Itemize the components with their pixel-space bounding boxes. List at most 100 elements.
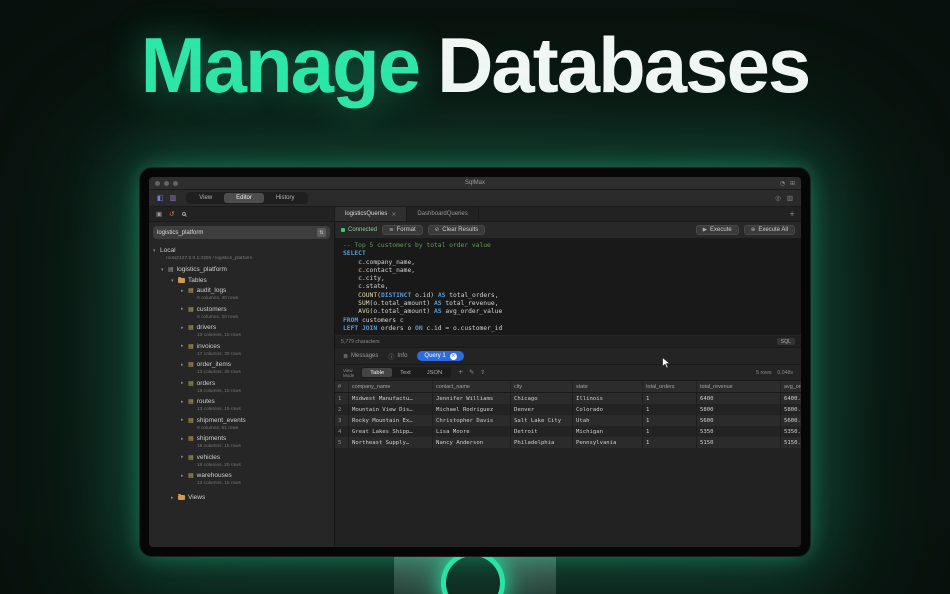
tab-info[interactable]: ⓘ Info: [388, 352, 407, 361]
column-header[interactable]: state: [573, 381, 643, 392]
table-meta: 8 columns, 20 rows: [197, 314, 239, 320]
undo-icon[interactable]: ↺: [169, 210, 174, 218]
sidebar-table-item[interactable]: ▸ ▦ audit_logs 9 columns, 40 rows: [181, 286, 330, 301]
sidebar-table-item[interactable]: ▸ ▦ drivers 13 columns, 15 rows: [181, 323, 330, 338]
nav-tab-view[interactable]: View: [187, 193, 224, 203]
doc-tab[interactable]: DashboardQueries: [407, 207, 479, 221]
database-selector[interactable]: logistics_platform ⇅: [153, 226, 330, 239]
close-window-icon[interactable]: [155, 180, 160, 186]
sidebar-table-item[interactable]: ▸ ▦ shipment_events 9 columns, 51 rows: [181, 416, 330, 431]
connection-name: Local: [160, 247, 176, 254]
chevron-right-icon[interactable]: ▸: [181, 436, 188, 442]
chevron-down-icon[interactable]: ▾: [161, 267, 168, 273]
tree-database[interactable]: ▾ ▤ logistics_platform: [153, 264, 330, 275]
traffic-lights[interactable]: [155, 180, 178, 186]
cell: 2: [335, 404, 349, 415]
add-tab-icon[interactable]: +: [783, 207, 801, 221]
chevron-right-icon[interactable]: ▸: [181, 362, 188, 368]
close-icon[interactable]: ×: [391, 211, 396, 218]
view-tab-table[interactable]: Table: [362, 368, 393, 377]
column-header[interactable]: city: [511, 381, 573, 392]
chevron-right-icon[interactable]: ▸: [181, 343, 188, 349]
tab-messages[interactable]: ≣ Messages: [343, 353, 378, 360]
cell: 5600: [697, 415, 781, 426]
tree-folder-views[interactable]: ▸ Views: [153, 492, 330, 503]
chevron-down-icon[interactable]: ▾: [153, 248, 160, 254]
chevron-right-icon[interactable]: ▸: [181, 454, 188, 460]
table-icon: ▦: [188, 342, 194, 350]
sidebar-table-item[interactable]: ▸ ▦ routes 13 columns, 15 rows: [181, 397, 330, 412]
cell: 1: [335, 393, 349, 404]
language-badge: SQL: [776, 338, 795, 345]
cell: 5800.0: [784, 406, 801, 413]
share-icon[interactable]: ⇧: [480, 369, 485, 376]
edit-icon[interactable]: ✎: [469, 369, 474, 376]
table-row[interactable]: 2 Mountain View Dis… Michael Rodriguez Denv…: [335, 404, 801, 415]
minimize-window-icon[interactable]: [164, 180, 169, 186]
sidebar-toggle-icon[interactable]: ◧: [157, 194, 164, 202]
execute-button[interactable]: ▶ Execute: [695, 225, 739, 235]
view-tab-text[interactable]: Text: [392, 368, 419, 377]
format-icon: ≡: [389, 227, 394, 233]
sidebar-table-item[interactable]: ▸ ▦ warehouses 13 columns, 15 rows: [181, 471, 330, 486]
table-row[interactable]: 1 Midwest Manufactu… Jennifer Williams Chic…: [335, 393, 801, 404]
sidebar-table-item[interactable]: ▸ ▦ order_items 13 columns, 30 rows: [181, 360, 330, 375]
nav-tab-editor[interactable]: Editor: [224, 193, 264, 203]
sidebar-table-item[interactable]: ▸ ▦ orders 18 columns, 15 rows: [181, 379, 330, 394]
stepper-icon[interactable]: ⇅: [317, 228, 326, 237]
table-meta: 13 columns, 30 rows: [197, 370, 241, 375]
sidebar-table-item[interactable]: ▸ ▦ shipments 16 columns, 15 rows: [181, 434, 330, 449]
column-header[interactable]: contact_name: [433, 381, 511, 392]
chevron-right-icon[interactable]: ▸: [181, 325, 188, 331]
zoom-window-icon[interactable]: [173, 180, 178, 186]
editor-status-bar: 5,779 characters SQL: [335, 335, 801, 348]
monitor: SqlMax ◔ ⊞ ◧ ▥ View Editor History ◎ ▥ ▣ ↺: [140, 168, 810, 556]
sidebar-table-item[interactable]: ▸ ▦ invoices 17 columns, 30 rows: [181, 342, 330, 357]
column-header[interactable]: #: [335, 381, 349, 392]
tree-connection[interactable]: ▾ Local: [153, 245, 330, 256]
chevron-right-icon[interactable]: ▸: [171, 495, 178, 501]
chevron-right-icon[interactable]: ▸: [181, 399, 188, 405]
clear-results-button[interactable]: ⊘ Clear Results: [427, 225, 486, 235]
nav-tab-history[interactable]: History: [264, 193, 307, 203]
window-circle-icon[interactable]: ◔: [780, 180, 785, 187]
chevron-right-icon[interactable]: ▸: [181, 288, 188, 294]
cell: Utah: [573, 415, 643, 426]
chevron-right-icon[interactable]: ▸: [181, 473, 188, 479]
chevron-right-icon[interactable]: ▸: [181, 417, 188, 423]
sql-editor[interactable]: -- Top 5 customers by total order value S…: [335, 239, 801, 335]
chevron-right-icon[interactable]: ▸: [181, 306, 188, 312]
panel-toggle-icon[interactable]: ▥: [170, 194, 177, 202]
nav-circle-icon[interactable]: ◎: [775, 194, 781, 202]
window-grid-icon[interactable]: ⊞: [790, 180, 795, 187]
column-header[interactable]: total_revenue: [697, 381, 781, 392]
nav-grid-icon[interactable]: ▥: [787, 194, 793, 202]
save-icon[interactable]: ▣: [156, 210, 162, 218]
cell: Chicago: [511, 393, 573, 404]
table-row[interactable]: 3 Rocky Mountain Ex… Christopher Davis Salt…: [335, 415, 801, 426]
cell: Christopher Davis: [433, 415, 511, 426]
sidebar: logistics_platform ⇅ ▾ Local root@127.0.…: [149, 222, 335, 547]
column-header[interactable]: total_orders: [643, 381, 697, 392]
column-header[interactable]: avg_order_value: [781, 381, 801, 392]
table-name: audit_logs: [196, 287, 227, 294]
table-row[interactable]: 5 Northeast Supply… Nancy Anderson Philadel…: [335, 437, 801, 448]
table-row[interactable]: 4 Great Lakes Shipp… Lisa Moore Detroit Mich…: [335, 426, 801, 437]
format-button[interactable]: ≡ Format: [382, 225, 423, 235]
view-tab-json[interactable]: JSON: [419, 368, 450, 377]
close-icon[interactable]: ×: [449, 352, 457, 360]
chevron-down-icon[interactable]: ▾: [171, 278, 178, 284]
search-icon[interactable]: [181, 212, 186, 216]
tab-query-1[interactable]: Query 1 ×: [417, 351, 464, 361]
sidebar-table-item[interactable]: ▸ ▦ customers 8 columns, 20 rows: [181, 305, 330, 320]
connected-dot-icon: [341, 228, 345, 232]
chevron-right-icon[interactable]: ▸: [181, 380, 188, 386]
doc-tab[interactable]: logisticsQueries ×: [335, 207, 408, 221]
execute-all-button[interactable]: ⊕ Execute All: [743, 225, 795, 235]
column-header[interactable]: company_name: [349, 381, 433, 392]
sidebar-table-item[interactable]: ▸ ▦ vehicles 16 columns, 20 rows: [181, 453, 330, 468]
tree-folder-tables[interactable]: ▾ Tables: [153, 275, 330, 286]
plus-icon[interactable]: +: [458, 369, 463, 376]
cell: Detroit: [511, 426, 573, 437]
results-tab-bar: ≣ Messages ⓘ Info Query 1 ×: [335, 348, 801, 365]
